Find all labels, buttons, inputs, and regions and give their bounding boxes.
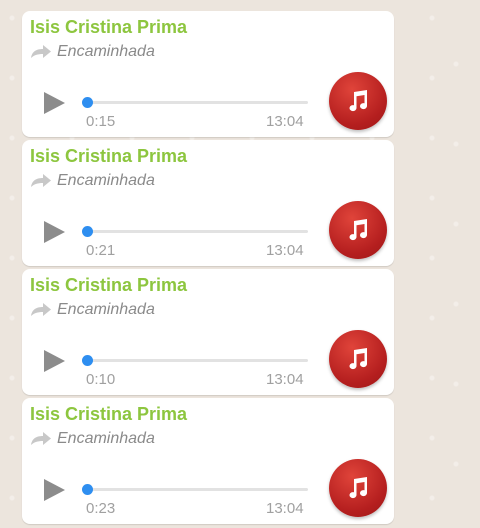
message-time: 13:04 — [266, 371, 304, 388]
audio-progress-track[interactable] — [82, 484, 308, 495]
play-icon[interactable] — [42, 349, 66, 373]
progress-knob[interactable] — [82, 355, 93, 366]
sender-name[interactable]: Isis Cristina Prima — [30, 404, 187, 425]
audio-file-badge — [329, 72, 387, 130]
message-time: 13:04 — [266, 242, 304, 259]
audio-file-badge — [329, 201, 387, 259]
progress-knob[interactable] — [82, 97, 93, 108]
forward-arrow-icon — [31, 303, 51, 316]
sender-name[interactable]: Isis Cristina Prima — [30, 275, 187, 296]
sender-name[interactable]: Isis Cristina Prima — [30, 17, 187, 38]
play-icon[interactable] — [42, 91, 66, 115]
audio-progress-track[interactable] — [82, 355, 308, 366]
play-icon[interactable] — [42, 220, 66, 244]
audio-message-bubble[interactable]: Isis Cristina Prima Encaminhada 0:23 13:… — [22, 398, 394, 524]
forwarded-indicator: Encaminhada — [30, 429, 155, 449]
audio-file-badge — [329, 459, 387, 517]
audio-message-bubble[interactable]: Isis Cristina Prima Encaminhada 0:10 13:… — [22, 269, 394, 395]
forwarded-label: Encaminhada — [57, 301, 155, 318]
music-note-icon — [349, 348, 368, 370]
message-time: 13:04 — [266, 500, 304, 517]
audio-message-bubble[interactable]: Isis Cristina Prima Encaminhada 0:21 13:… — [22, 140, 394, 266]
audio-progress-track[interactable] — [82, 97, 308, 108]
progress-knob[interactable] — [82, 226, 93, 237]
music-note-icon — [349, 477, 368, 499]
forward-arrow-icon — [31, 432, 51, 445]
audio-duration: 0:10 — [86, 371, 116, 388]
message-time: 13:04 — [266, 113, 304, 130]
forwarded-indicator: Encaminhada — [30, 171, 155, 191]
music-note-icon — [349, 219, 368, 241]
sender-name[interactable]: Isis Cristina Prima — [30, 146, 187, 167]
forwarded-label: Encaminhada — [57, 172, 155, 189]
forwarded-indicator: Encaminhada — [30, 300, 155, 320]
forward-arrow-icon — [31, 174, 51, 187]
audio-duration: 0:15 — [86, 113, 116, 130]
forward-arrow-icon — [31, 45, 51, 58]
music-note-icon — [349, 90, 368, 112]
audio-duration: 0:23 — [86, 500, 116, 517]
forwarded-label: Encaminhada — [57, 430, 155, 447]
audio-progress-track[interactable] — [82, 226, 308, 237]
message-list: Isis Cristina Prima Encaminhada 0:15 13:… — [0, 0, 480, 528]
audio-duration: 0:21 — [86, 242, 116, 259]
forwarded-indicator: Encaminhada — [30, 42, 155, 62]
audio-file-badge — [329, 330, 387, 388]
progress-knob[interactable] — [82, 484, 93, 495]
play-icon[interactable] — [42, 478, 66, 502]
audio-message-bubble[interactable]: Isis Cristina Prima Encaminhada 0:15 13:… — [22, 11, 394, 137]
forwarded-label: Encaminhada — [57, 43, 155, 60]
